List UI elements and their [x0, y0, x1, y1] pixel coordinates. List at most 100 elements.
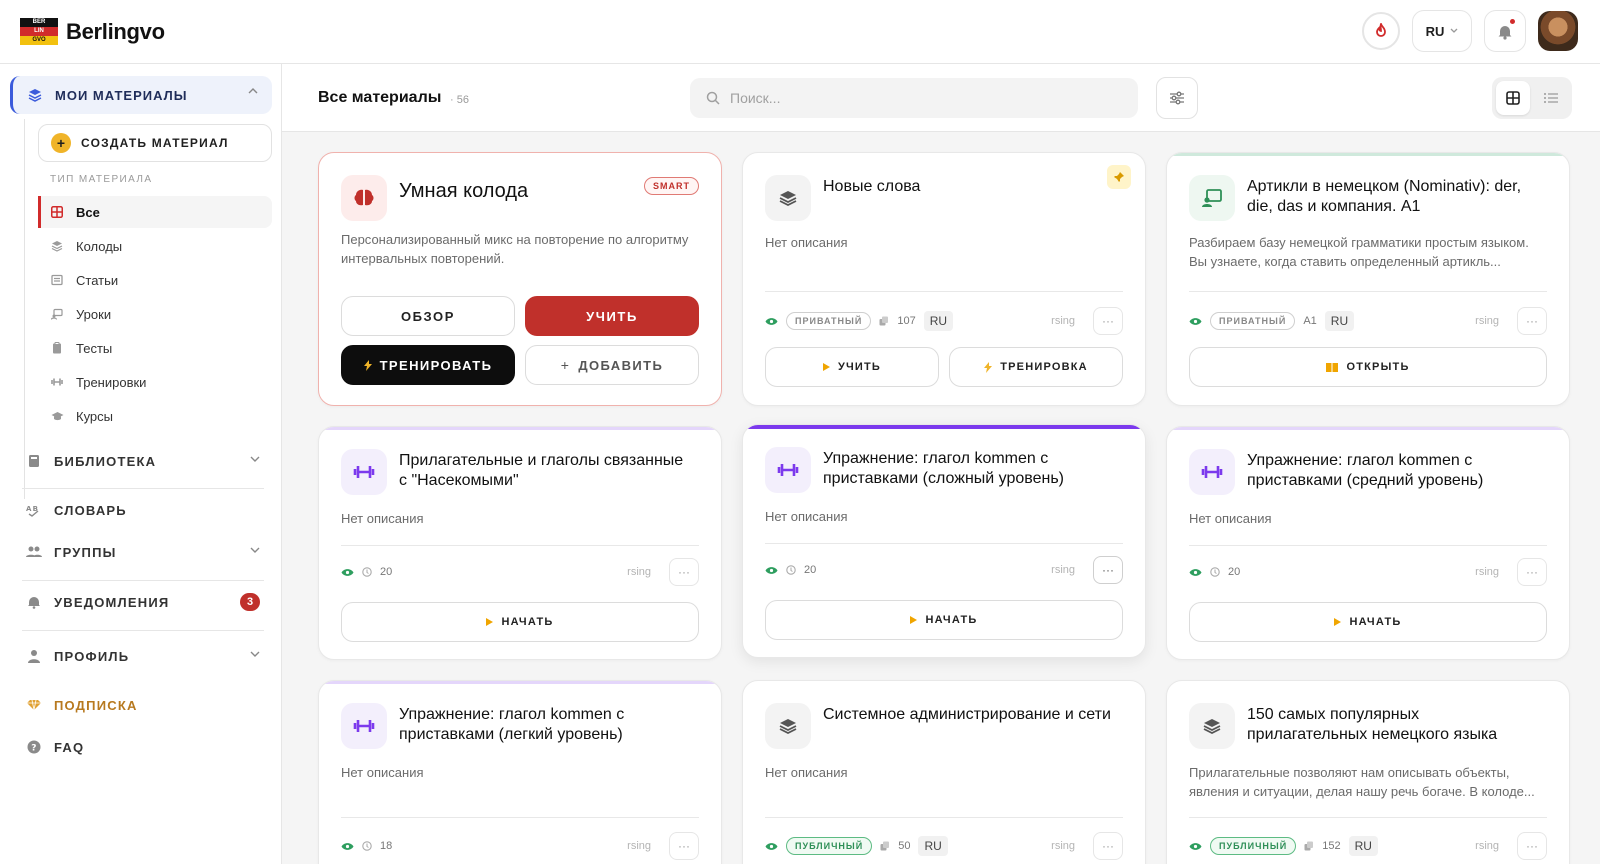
user-icon: [26, 648, 42, 664]
sidebar-item-trainings[interactable]: Тренировки: [38, 366, 272, 398]
add-button[interactable]: + ДОБАВИТЬ: [525, 345, 699, 385]
material-card[interactable]: Системное администрирование и сети Нет о…: [742, 680, 1146, 864]
card-author: rsing: [1051, 564, 1075, 576]
train-button[interactable]: ТРЕНИРОВАТЬ: [341, 345, 515, 385]
card-meta: ПУБЛИЧНЫЙ 152 RU rsing ···: [1189, 832, 1547, 860]
lightning-icon: [363, 359, 372, 371]
more-options-button[interactable]: ···: [1093, 556, 1123, 584]
more-options-button[interactable]: ···: [1517, 307, 1547, 335]
layers-icon: [28, 89, 42, 102]
nav-faq[interactable]: ? FAQ: [26, 732, 272, 762]
card-title[interactable]: 150 самых популярных прилагательных неме…: [1247, 705, 1543, 745]
dumbbell-icon: [1189, 449, 1235, 495]
search-box[interactable]: [690, 78, 1138, 118]
list-icon: [1544, 93, 1558, 103]
play-icon: [910, 616, 918, 624]
streak-button[interactable]: [1362, 12, 1400, 50]
training-button[interactable]: ТРЕНИРОВКА: [949, 347, 1123, 387]
card-title[interactable]: Системное администрирование и сети: [823, 705, 1119, 725]
language-tag: RU: [1324, 311, 1355, 331]
card-title[interactable]: Упражнение: глагол kommen с приставками …: [399, 705, 695, 745]
more-options-button[interactable]: ···: [1517, 832, 1547, 860]
card-title[interactable]: Упражнение: глагол kommen с приставками …: [823, 449, 1119, 489]
card-count: 152: [1322, 840, 1341, 852]
cards-stack-icon: [879, 316, 889, 326]
open-button[interactable]: ОТКРЫТЬ: [1189, 347, 1547, 387]
help-circle-icon: ?: [26, 739, 42, 755]
eye-icon: [765, 317, 778, 325]
nav-groups[interactable]: ГРУППЫ: [26, 537, 272, 567]
material-card[interactable]: Прилагательные и глаголы связанные с "На…: [318, 426, 722, 660]
sidebar-item-tests[interactable]: Тесты: [38, 332, 272, 364]
filter-button[interactable]: [1156, 77, 1198, 119]
learn-button[interactable]: УЧИТЬ: [525, 296, 699, 336]
brand-name[interactable]: Berlingvo: [66, 19, 165, 45]
language-selector[interactable]: RU: [1412, 10, 1472, 52]
plus-icon: +: [560, 357, 571, 373]
more-options-button[interactable]: ···: [669, 558, 699, 586]
card-description: Разбираем базу немецкой грамматики прост…: [1189, 235, 1529, 269]
start-button[interactable]: НАЧАТЬ: [1189, 602, 1547, 642]
dumbbell-icon: [50, 375, 64, 389]
card-title[interactable]: Упражнение: глагол kommen с приставками …: [1247, 451, 1543, 491]
card-title[interactable]: Артикли в немецком (Nominativ): der, die…: [1247, 177, 1543, 217]
material-card[interactable]: Артикли в немецком (Nominativ): der, die…: [1166, 152, 1570, 406]
card-count: 20: [804, 564, 817, 576]
nav-profile[interactable]: ПРОФИЛЬ: [26, 641, 272, 671]
sidebar-item-articles[interactable]: Статьи: [38, 264, 272, 296]
chevron-down-icon: [250, 547, 260, 553]
sidebar-item-decks[interactable]: Колоды: [38, 230, 272, 262]
material-card[interactable]: Упражнение: глагол kommen с приставками …: [742, 424, 1146, 658]
play-icon: [1334, 618, 1342, 626]
more-options-button[interactable]: ···: [669, 832, 699, 860]
plus-icon: +: [51, 133, 71, 153]
overview-button[interactable]: ОБЗОР: [341, 296, 515, 336]
question-count-icon: [786, 565, 796, 575]
chevron-down-icon: [1450, 28, 1458, 33]
material-card[interactable]: Упражнение: глагол kommen с приставками …: [1166, 426, 1570, 660]
nav-notifications[interactable]: УВЕДОМЛЕНИЯ 3: [26, 587, 272, 617]
notifications-button[interactable]: [1484, 10, 1526, 52]
chevron-down-icon: [250, 651, 260, 657]
nav-library[interactable]: БИБЛИОТЕКА: [26, 446, 272, 476]
material-card[interactable]: 150 самых популярных прилагательных неме…: [1166, 680, 1570, 864]
start-button[interactable]: НАЧАТЬ: [341, 602, 699, 642]
book-icon: [26, 453, 42, 469]
nav-dictionary[interactable]: AB СЛОВАРЬ: [26, 495, 272, 525]
sidebar-item-courses[interactable]: Курсы: [38, 400, 272, 432]
sidebar-item-lessons[interactable]: Уроки: [38, 298, 272, 330]
dumbbell-icon: [341, 703, 387, 749]
material-card[interactable]: Новые слова Нет описания ПРИВАТНЫЙ 107 R…: [742, 152, 1146, 406]
cards-stack-icon: [1304, 841, 1314, 851]
more-options-button[interactable]: ···: [1093, 307, 1123, 335]
eye-icon: [765, 566, 778, 574]
pin-icon[interactable]: [1107, 165, 1131, 189]
create-material-button[interactable]: + СОЗДАТЬ МАТЕРИАЛ: [38, 124, 272, 162]
grid-icon: [50, 205, 64, 219]
sidebar-item-all[interactable]: Все: [38, 196, 272, 228]
card-title[interactable]: Прилагательные и глаголы связанные с "На…: [399, 451, 695, 491]
material-card[interactable]: Упражнение: глагол kommen с приставками …: [318, 680, 722, 864]
eye-icon: [1189, 317, 1202, 325]
start-button[interactable]: НАЧАТЬ: [765, 600, 1123, 640]
card-meta: 18 rsing ···: [341, 832, 699, 860]
user-avatar[interactable]: [1538, 11, 1578, 51]
diamond-icon: [26, 697, 42, 713]
graduation-cap-icon: [50, 409, 64, 423]
more-options-button[interactable]: ···: [1093, 832, 1123, 860]
berlingvo-logo[interactable]: BER LIN GVO: [20, 17, 58, 46]
cards-stack-icon: [880, 841, 890, 851]
nav-subscription[interactable]: ПОДПИСКА: [26, 690, 272, 720]
card-title[interactable]: Новые слова: [823, 177, 1119, 197]
nav-my-materials[interactable]: МОИ МАТЕРИАЛЫ: [10, 76, 272, 114]
search-input[interactable]: [730, 90, 1110, 106]
card-count: 50: [898, 840, 911, 852]
learn-button[interactable]: УЧИТЬ: [765, 347, 939, 387]
card-meta: ПУБЛИЧНЫЙ 50 RU rsing ···: [765, 832, 1123, 860]
grid-view-button[interactable]: [1496, 81, 1530, 115]
list-view-button[interactable]: [1534, 81, 1568, 115]
eye-icon: [341, 842, 354, 850]
more-options-button[interactable]: ···: [1517, 558, 1547, 586]
layers-icon: [50, 239, 64, 253]
play-icon: [822, 363, 830, 371]
